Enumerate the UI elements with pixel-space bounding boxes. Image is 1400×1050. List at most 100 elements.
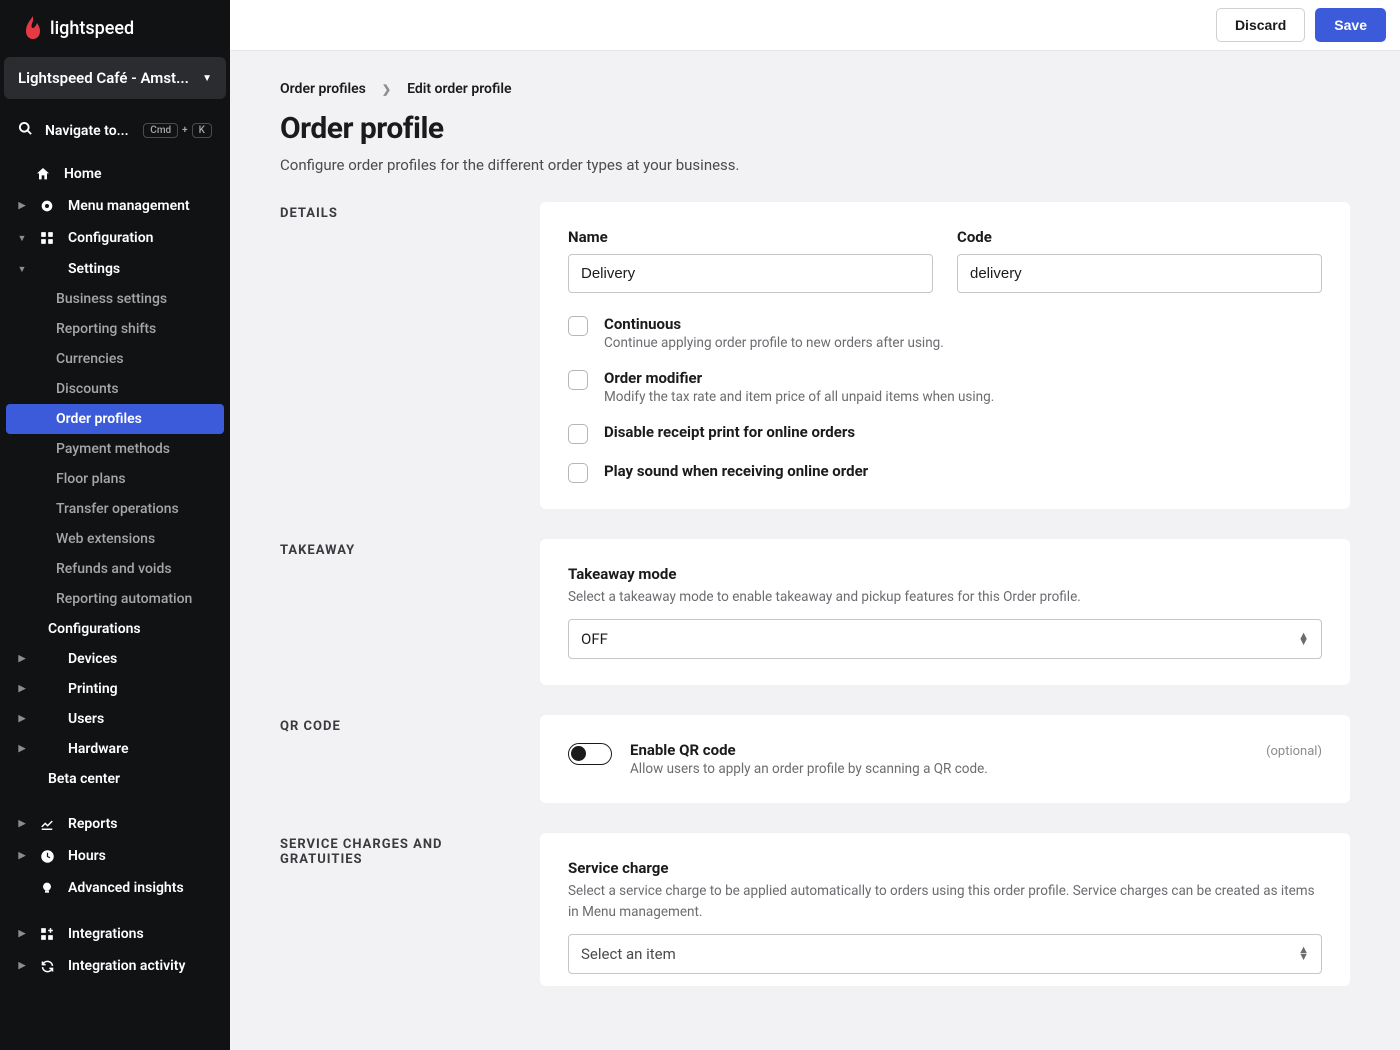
breadcrumb-order-profiles[interactable]: Order profiles	[280, 81, 366, 97]
service-select[interactable]: Select an item ▲▼	[568, 934, 1322, 974]
continuous-label: Continuous	[604, 315, 1322, 333]
bulb-icon	[38, 880, 56, 896]
nav-order-profiles[interactable]: Order profiles	[6, 404, 224, 434]
grid-icon	[38, 231, 56, 245]
disable-print-checkbox[interactable]	[568, 424, 588, 444]
caret-right-icon: ▶	[18, 201, 26, 211]
caret-down-icon: ▼	[18, 233, 26, 244]
brand-logo[interactable]: lightspeed	[0, 0, 230, 53]
nav-web-extensions[interactable]: Web extensions	[0, 524, 230, 554]
caret-right-icon: ▶	[18, 654, 26, 664]
topbar: Discard Save	[230, 0, 1400, 51]
breadcrumb-current: Edit order profile	[407, 81, 511, 97]
nav-hours[interactable]: ▶ Hours	[0, 840, 230, 872]
name-input[interactable]	[568, 254, 933, 293]
page-title: Order profile	[280, 111, 1350, 146]
qrcode-card: Enable QR code (optional) Allow users to…	[540, 715, 1350, 803]
caret-right-icon: ▶	[18, 851, 26, 861]
caret-right-icon: ▶	[18, 929, 26, 939]
continuous-desc: Continue applying order profile to new o…	[604, 335, 1322, 351]
nav-beta-center[interactable]: Beta center	[0, 764, 230, 794]
service-desc: Select a service charge to be applied au…	[568, 881, 1322, 922]
nav-home[interactable]: Home	[0, 158, 230, 190]
section-service: SERVICE CHARGES AND GRATUITIES Service c…	[280, 833, 1350, 986]
takeaway-card: Takeaway mode Select a takeaway mode to …	[540, 539, 1350, 685]
caret-right-icon: ▶	[18, 819, 26, 829]
nav-configurations[interactable]: Configurations	[0, 614, 230, 644]
service-card: Service charge Select a service charge t…	[540, 833, 1350, 986]
caret-right-icon: ▶	[18, 714, 26, 724]
business-selector[interactable]: Lightspeed Café - Amst... ▼	[4, 57, 226, 99]
main: Discard Save Order profiles ❯ Edit order…	[230, 0, 1400, 1050]
search-icon	[18, 121, 33, 140]
nav-menu-management[interactable]: ▶ Menu management	[0, 190, 230, 222]
nav-payment-methods[interactable]: Payment methods	[0, 434, 230, 464]
play-sound-checkbox[interactable]	[568, 463, 588, 483]
code-input[interactable]	[957, 254, 1322, 293]
name-label: Name	[568, 228, 933, 246]
business-name: Lightspeed Café - Amst...	[18, 69, 189, 87]
order-modifier-checkbox[interactable]	[568, 370, 588, 390]
section-label-takeaway: TAKEAWAY	[280, 539, 500, 685]
disable-print-label: Disable receipt print for online orders	[604, 423, 1322, 441]
qr-desc: Allow users to apply an order profile by…	[630, 761, 1322, 777]
section-label-service: SERVICE CHARGES AND GRATUITIES	[280, 833, 500, 986]
kbd-hint: Cmd + K	[143, 123, 212, 138]
caret-down-icon: ▼	[18, 264, 26, 275]
qr-optional: (optional)	[1266, 744, 1322, 759]
nav-hardware[interactable]: ▶ Hardware	[0, 734, 230, 764]
service-heading: Service charge	[568, 859, 1322, 877]
navigate-to[interactable]: Navigate to... Cmd + K	[0, 109, 230, 152]
nav-reporting-shifts[interactable]: Reporting shifts	[0, 314, 230, 344]
chevron-right-icon: ❯	[382, 83, 391, 96]
caret-down-icon: ▼	[202, 73, 212, 84]
nav-advanced-insights[interactable]: Advanced insights	[0, 872, 230, 904]
flame-icon	[22, 16, 44, 45]
save-button[interactable]: Save	[1315, 8, 1386, 42]
chart-icon	[38, 817, 56, 831]
plus-grid-icon	[38, 927, 56, 941]
service-value: Select an item	[581, 945, 676, 963]
section-details: DETAILS Name Code Continuous	[280, 202, 1350, 509]
nav-users[interactable]: ▶ Users	[0, 704, 230, 734]
code-label: Code	[957, 228, 1322, 246]
nav-integration-activity[interactable]: ▶ Integration activity	[0, 950, 230, 982]
nav-settings[interactable]: ▼ Settings	[0, 254, 230, 284]
nav: Home ▶ Menu management ▼ Configuration ▼…	[0, 152, 230, 982]
nav-refunds-voids[interactable]: Refunds and voids	[0, 554, 230, 584]
takeaway-select[interactable]: OFF ▲▼	[568, 619, 1322, 659]
caret-right-icon: ▶	[18, 684, 26, 694]
navigate-label: Navigate to...	[45, 123, 129, 139]
details-card: Name Code Continuous Continue applying o…	[540, 202, 1350, 509]
content: Order profiles ❯ Edit order profile Orde…	[230, 51, 1400, 1050]
continuous-checkbox[interactable]	[568, 316, 588, 336]
nav-transfer-operations[interactable]: Transfer operations	[0, 494, 230, 524]
modifier-desc: Modify the tax rate and item price of al…	[604, 389, 1322, 405]
menu-icon	[38, 198, 56, 214]
qr-heading: Enable QR code	[630, 741, 736, 759]
qr-toggle[interactable]	[568, 743, 612, 765]
section-qrcode: QR CODE Enable QR code (optional) Allow …	[280, 715, 1350, 803]
nav-reports[interactable]: ▶ Reports	[0, 808, 230, 840]
nav-integrations[interactable]: ▶ Integrations	[0, 918, 230, 950]
takeaway-desc: Select a takeaway mode to enable takeawa…	[568, 587, 1322, 607]
takeaway-heading: Takeaway mode	[568, 565, 1322, 583]
section-label-details: DETAILS	[280, 202, 500, 509]
nav-configuration[interactable]: ▼ Configuration	[0, 222, 230, 254]
nav-floor-plans[interactable]: Floor plans	[0, 464, 230, 494]
nav-currencies[interactable]: Currencies	[0, 344, 230, 374]
clock-icon	[38, 849, 56, 864]
play-sound-label: Play sound when receiving online order	[604, 462, 1322, 480]
discard-button[interactable]: Discard	[1216, 8, 1305, 42]
takeaway-value: OFF	[581, 630, 608, 648]
sidebar: lightspeed Lightspeed Café - Amst... ▼ N…	[0, 0, 230, 1050]
nav-printing[interactable]: ▶ Printing	[0, 674, 230, 704]
nav-discounts[interactable]: Discounts	[0, 374, 230, 404]
nav-devices[interactable]: ▶ Devices	[0, 644, 230, 674]
nav-business-settings[interactable]: Business settings	[0, 284, 230, 314]
brand-name: lightspeed	[50, 18, 134, 39]
nav-reporting-automation[interactable]: Reporting automation	[0, 584, 230, 614]
section-takeaway: TAKEAWAY Takeaway mode Select a takeaway…	[280, 539, 1350, 685]
caret-right-icon: ▶	[18, 961, 26, 971]
breadcrumb: Order profiles ❯ Edit order profile	[280, 81, 1350, 97]
